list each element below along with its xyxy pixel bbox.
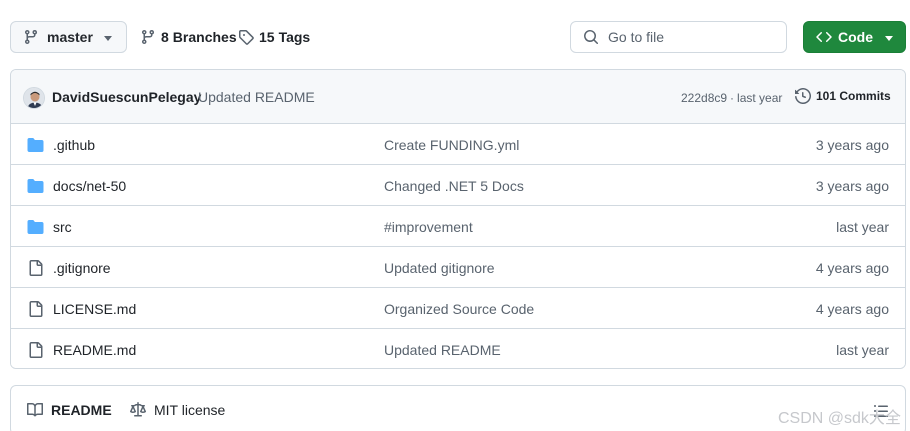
branch-selector-button[interactable]: master [10,21,127,53]
avatar[interactable] [23,87,45,109]
file-row[interactable]: .github Create FUNDING.yml 3 years ago [11,124,905,165]
file-row[interactable]: docs/net-50 Changed .NET 5 Docs 3 years … [11,165,905,206]
chevron-down-icon [885,36,893,41]
tab-license[interactable]: MIT license [130,402,225,418]
watermark: CSDN @sdk大全 [778,410,901,427]
file-commit-date: 3 years ago [815,137,889,153]
code-icon [816,31,832,43]
book-icon [27,402,43,417]
file-commit-date: 3 years ago [815,178,889,194]
tag-icon [239,30,254,45]
repo-toolbar: master 8 Branches 15 Tags Go to file Cod… [10,21,906,53]
tags-count: 15 [259,29,275,45]
git-branch-icon [24,30,37,45]
tab-license-label: MIT license [154,402,226,418]
file-commit-message[interactable]: Create FUNDING.yml [384,137,519,153]
file-row[interactable]: README.md Updated README last year [11,329,905,368]
commit-author[interactable]: DavidSuescunPelegay [52,89,201,105]
tab-readme-label: README [51,402,112,418]
file-name[interactable]: .github [53,137,95,153]
file-commit-message[interactable]: Updated gitignore [384,260,495,276]
commit-message[interactable]: Updated README [198,89,315,105]
file-name[interactable]: .gitignore [53,260,111,276]
file-icon [29,301,43,317]
go-to-file-placeholder: Go to file [608,29,665,45]
file-commit-message[interactable]: #improvement [384,219,473,235]
go-to-file-input[interactable]: Go to file [570,21,787,53]
file-name[interactable]: LICENSE.md [53,301,136,317]
code-button[interactable]: Code [803,21,906,53]
file-commit-message[interactable]: Changed .NET 5 Docs [384,178,524,194]
history-icon [795,88,811,104]
file-commit-message[interactable]: Updated README [384,342,501,358]
readme-tabs-bar: README MIT license [10,385,906,431]
file-name[interactable]: README.md [53,342,136,358]
file-icon [29,260,43,276]
folder-icon [27,138,44,152]
folder-icon [27,179,44,193]
file-commit-date: last year [836,342,889,358]
search-icon [584,30,599,45]
commits-count: 101 [816,89,837,103]
branches-label: Branches [172,29,237,45]
commit-time: last year [737,91,783,105]
file-name[interactable]: src [53,219,72,235]
file-list: DavidSuescunPelegay Updated README 222d8… [10,69,906,369]
file-name[interactable]: docs/net-50 [53,178,126,194]
branch-name: master [47,29,93,45]
branches-link[interactable]: 8 Branches [140,21,237,53]
tags-link[interactable]: 15 Tags [238,21,310,53]
law-icon [130,402,146,417]
commit-sha-and-time[interactable]: 222d8c9 · last year [681,91,782,105]
file-commit-date: 4 years ago [815,301,889,317]
code-button-label: Code [838,29,873,45]
file-row[interactable]: src #improvement last year [11,206,905,247]
file-row[interactable]: .gitignore Updated gitignore 4 years ago [11,247,905,288]
separator: · [730,91,735,105]
commit-sha: 222d8c9 [681,91,728,105]
branches-count: 8 [161,29,169,45]
chevron-down-icon [104,36,112,41]
tab-readme[interactable]: README [27,402,112,418]
commits-label: Commits [839,89,891,103]
latest-commit-bar: DavidSuescunPelegay Updated README 222d8… [11,70,905,124]
file-icon [29,342,43,358]
git-branch-icon [141,30,154,45]
file-commit-message[interactable]: Organized Source Code [384,301,534,317]
commits-link[interactable]: 101 Commits [795,88,891,104]
folder-icon [27,220,44,234]
file-commit-date: last year [836,219,889,235]
file-row[interactable]: LICENSE.md Organized Source Code 4 years… [11,288,905,329]
tags-label: Tags [278,29,311,45]
file-commit-date: 4 years ago [815,260,889,276]
